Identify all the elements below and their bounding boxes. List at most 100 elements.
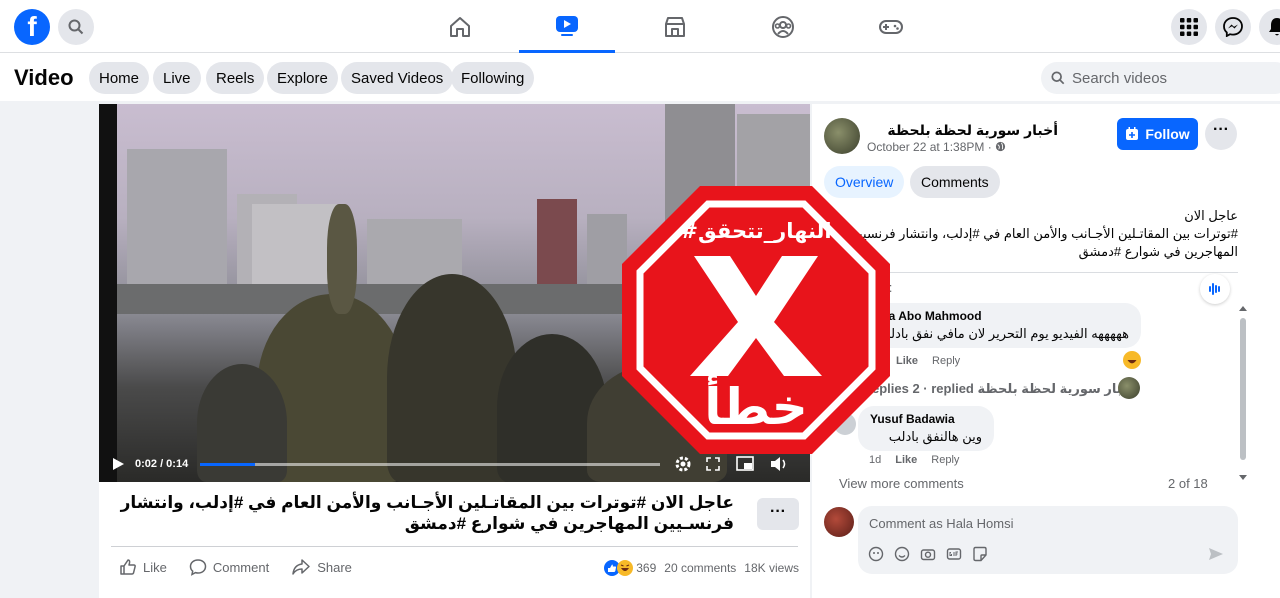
comment-bubble: aria Abo Mahmood هههههه الفيديو يوم التح… <box>858 303 1141 348</box>
menu-button[interactable] <box>1171 9 1207 45</box>
reply-avatar <box>1118 377 1140 399</box>
comments-pager: 2 of 18 <box>1168 476 1208 491</box>
video-time: 0:02 / 0:14 <box>135 458 189 470</box>
search-videos-input[interactable]: Search videos <box>1041 62 1280 94</box>
fact-check-stamp: #النهار_تتحقق خطأ <box>622 186 890 454</box>
comment-meta: Like Reply <box>896 355 960 367</box>
audio-wave-icon <box>1209 283 1220 295</box>
globe-icon <box>995 141 1006 152</box>
comment-text: هههههه الفيديو يوم التحرير لان مافي نفق … <box>878 326 1129 341</box>
comment-meta: 1d Like Reply <box>869 454 959 466</box>
comment-button[interactable]: Comment <box>189 558 269 576</box>
view-replies-link[interactable]: eplies 2 · replied أخبار سورية لحظة بلحظ… <box>872 381 1136 397</box>
comment-input[interactable]: Comment as Hala Homsi <box>869 516 1014 531</box>
like-label: Like <box>143 559 167 575</box>
video-progress-fill <box>200 462 256 466</box>
page-name[interactable]: أخبار سورية لحظة بلحظة <box>887 122 1058 139</box>
video-icon <box>556 16 578 36</box>
stamp-hashtag: #النهار_تتحقق <box>680 219 831 243</box>
marketplace-icon <box>665 16 685 37</box>
bell-icon <box>1269 18 1280 36</box>
video-header-bar: Video Home Live Reels Explore Saved Vide… <box>0 53 1280 101</box>
reactions-icons[interactable]: 369 <box>604 560 656 576</box>
page-avatar[interactable] <box>824 118 860 154</box>
haha-reaction-icon <box>1123 351 1141 369</box>
comment-composer[interactable]: Comment as Hala Homsi <box>858 506 1238 574</box>
post-stats: 369 20 comments 18K views <box>604 560 799 576</box>
post-actions: Like Comment Share <box>119 558 352 576</box>
more-options-button[interactable]: ··· <box>757 498 799 530</box>
composer-toolbar <box>868 546 988 562</box>
tab-groups[interactable] <box>735 0 831 53</box>
page-options-button[interactable]: ··· <box>1205 118 1237 150</box>
views-count: 18K views <box>744 561 799 575</box>
notifications-button[interactable] <box>1259 9 1280 45</box>
reaction-count: 369 <box>636 561 657 575</box>
pill-live[interactable]: Live <box>153 62 201 94</box>
tab-video[interactable] <box>519 0 615 53</box>
divider <box>111 546 798 547</box>
comment-like-button[interactable]: Like <box>896 355 918 367</box>
pill-reels[interactable]: Reels <box>206 62 265 94</box>
comments-count[interactable]: 20 comments <box>664 561 736 575</box>
post-date[interactable]: October 22 at 1:38PM · <box>867 140 1006 154</box>
comment-reply-button[interactable]: Reply <box>932 355 960 367</box>
facebook-logo[interactable]: f <box>14 9 50 45</box>
top-navigation: f <box>0 0 1280 53</box>
video-progress-track[interactable] <box>200 462 661 466</box>
pill-following[interactable]: Following <box>451 62 535 94</box>
comment-like-button[interactable]: Like <box>895 454 917 466</box>
thumbs-up-icon <box>120 559 136 575</box>
replies-summary: eplies 2 · replied أخبار سورية لحظة بلحظ… <box>872 381 1136 396</box>
pill-saved-videos[interactable]: Saved Videos <box>341 62 454 94</box>
search-button[interactable] <box>58 9 94 45</box>
comment-age: 1d <box>869 454 882 466</box>
grid-menu-icon <box>1180 18 1198 36</box>
play-icon[interactable] <box>111 457 125 471</box>
post-date-text: October 22 at 1:38PM · <box>867 140 992 154</box>
page-title: Video <box>14 65 74 90</box>
send-icon[interactable] <box>1208 546 1224 562</box>
view-more-comments-link[interactable]: View more comments <box>839 476 964 491</box>
groups-icon <box>772 15 794 38</box>
gif-icon[interactable] <box>946 546 962 562</box>
follow-page-icon <box>1126 127 1139 140</box>
scrollbar-thumb[interactable] <box>1240 318 1246 460</box>
tab-gaming[interactable] <box>843 0 939 53</box>
comment-icon <box>189 559 207 576</box>
scroll-down-icon <box>1239 475 1247 480</box>
commenter-name[interactable]: aria Abo Mahmood <box>870 309 1129 323</box>
volume-icon[interactable] <box>770 456 788 472</box>
messenger-icon <box>1223 17 1243 37</box>
pill-explore[interactable]: Explore <box>267 62 338 94</box>
tab-home[interactable] <box>412 0 508 53</box>
like-button[interactable]: Like <box>119 558 167 576</box>
share-icon <box>292 559 310 575</box>
scroll-up-icon <box>1239 306 1247 311</box>
comment-label: Comment <box>212 559 270 575</box>
comment-reply-button[interactable]: Reply <box>931 454 959 466</box>
miniplayer-icon[interactable] <box>736 456 755 472</box>
follow-label: Follow <box>1145 126 1190 142</box>
post-caption: عاجل الان #توترات بين المقاتـلين الأجـان… <box>120 493 734 533</box>
pill-home[interactable]: Home <box>89 62 150 94</box>
fullscreen-icon[interactable] <box>706 457 721 471</box>
camera-icon[interactable] <box>920 546 936 562</box>
home-icon <box>450 16 470 37</box>
share-button[interactable]: Share <box>291 558 352 576</box>
gaming-icon <box>879 19 903 34</box>
search-icon <box>1051 71 1065 85</box>
avatar-sticker-icon[interactable] <box>868 546 884 562</box>
stamp-word: خطأ <box>704 374 808 436</box>
search-placeholder: Search videos <box>1072 69 1168 87</box>
search-icon <box>68 19 84 35</box>
messenger-button[interactable] <box>1215 9 1251 45</box>
tab-marketplace[interactable] <box>627 0 723 53</box>
sticker-icon[interactable] <box>972 546 988 562</box>
tab-comments[interactable]: Comments <box>910 166 1000 198</box>
audio-button[interactable] <box>1200 274 1230 304</box>
settings-icon[interactable] <box>674 455 692 473</box>
composer-avatar[interactable] <box>824 507 854 537</box>
emoji-icon[interactable] <box>894 546 910 562</box>
follow-button[interactable]: Follow <box>1117 118 1198 150</box>
